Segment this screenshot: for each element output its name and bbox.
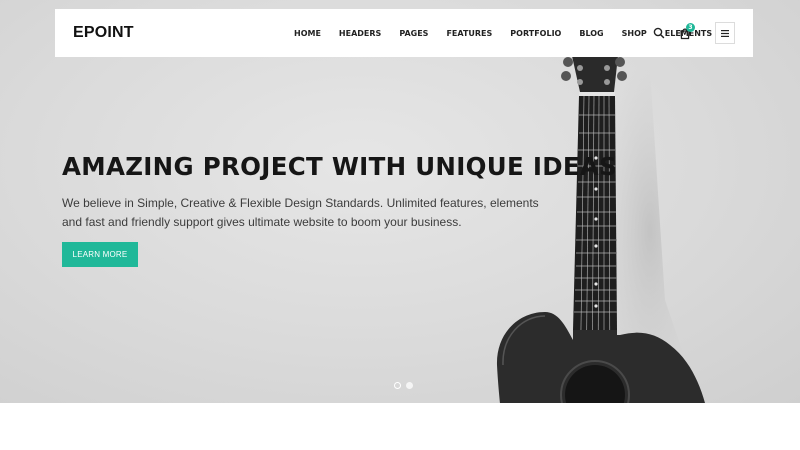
nav-item-pages[interactable]: PAGES (390, 29, 437, 38)
hero-section: AMAZING PROJECT WITH UNIQUE IDEAS We bel… (0, 0, 800, 403)
slider-dot-1[interactable] (394, 382, 401, 389)
nav-item-shop[interactable]: SHOP (613, 29, 656, 38)
nav-item-portfolio[interactable]: PORTFOLIO (501, 29, 570, 38)
nav-item-headers[interactable]: HEADERS (330, 29, 390, 38)
hero-description: We believe in Simple, Creative & Flexibl… (62, 196, 539, 229)
learn-more-button[interactable]: LEARN MORE (62, 242, 138, 267)
slider-dot-2[interactable] (406, 382, 413, 389)
site-logo[interactable]: EPOINT (73, 24, 134, 42)
top-navbar: EPOINT HOME HEADERS PAGES FEATURES PORTF… (55, 9, 753, 57)
cart-count-badge: 3 (686, 23, 695, 32)
nav-item-features[interactable]: FEATURES (437, 29, 501, 38)
nav-item-home[interactable]: HOME (285, 29, 330, 38)
hero-title: AMAZING PROJECT WITH UNIQUE IDEAS (62, 152, 618, 181)
hamburger-icon (721, 29, 729, 37)
hamburger-menu-button[interactable] (715, 22, 735, 44)
nav-item-blog[interactable]: BLOG (570, 29, 612, 38)
search-icon[interactable] (653, 26, 665, 40)
